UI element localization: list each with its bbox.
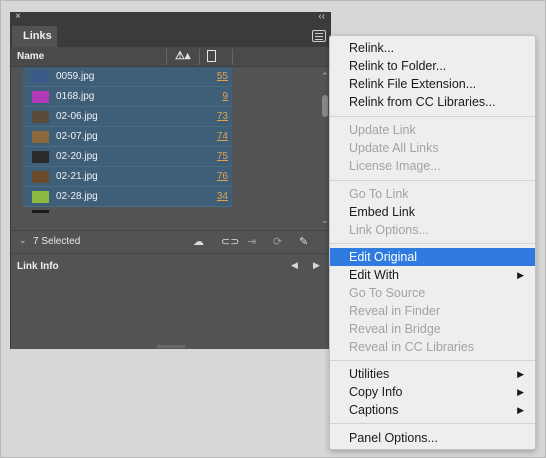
resize-grip[interactable] xyxy=(157,345,185,348)
chevron-down-icon[interactable]: ⌄ xyxy=(19,235,27,246)
page-link[interactable]: 74 xyxy=(217,131,228,142)
selected-count: 7 Selected xyxy=(33,236,81,247)
menu-item-update-link: Update Link xyxy=(349,123,416,137)
go-to-link-icon[interactable]: ⇥ xyxy=(247,235,256,248)
page-link[interactable]: 9 xyxy=(222,91,228,102)
scroll-thumb[interactable] xyxy=(322,95,328,117)
column-name[interactable]: Name xyxy=(17,51,44,62)
list-item[interactable]: 02-06.jpg 73 xyxy=(23,107,232,127)
page-link[interactable]: 75 xyxy=(217,151,228,162)
file-name: 02-06.jpg xyxy=(56,111,98,122)
file-name: 0059.jpg xyxy=(56,71,95,82)
scroll-down-icon[interactable]: ⌄ xyxy=(321,215,329,226)
thumbnail xyxy=(32,151,49,163)
link-info-title: Link Info xyxy=(17,261,59,272)
list-item[interactable]: 0059.jpg 55 xyxy=(23,67,232,87)
submenu-arrow-icon: ▶ xyxy=(517,270,524,280)
menu-item-copy-info[interactable]: Copy Info ▶ xyxy=(330,383,535,401)
menu-item-embed-link[interactable]: Embed Link xyxy=(330,203,535,221)
previous-icon[interactable]: ◀ xyxy=(291,260,298,271)
menu-item-label: Copy Info xyxy=(349,385,403,399)
list-item[interactable]: 02-21.jpg 76 xyxy=(23,167,232,187)
thumbnail xyxy=(32,111,49,123)
file-name: 0168.jpg xyxy=(56,91,95,102)
relink-icon[interactable]: ⊂⊃ xyxy=(221,235,239,248)
close-icon[interactable]: × xyxy=(15,11,21,22)
panel-titlebar: × ‹‹ xyxy=(11,11,330,26)
menu-item-edit-with[interactable]: Edit With ▶ xyxy=(330,266,535,284)
list-item[interactable]: 02-28.jpg 34 xyxy=(23,187,232,207)
thumbnail xyxy=(32,171,49,183)
menu-item-relink-file-extension[interactable]: Relink File Extension... xyxy=(330,75,535,93)
menu-item-relink-to-folder[interactable]: Relink to Folder... xyxy=(330,57,535,75)
menu-item-license-image: License Image... xyxy=(349,159,441,173)
menu-item-relink[interactable]: Relink... xyxy=(330,39,535,57)
menu-item-label: Captions xyxy=(349,403,399,417)
link-info-section: Link Info ◀ ▶ xyxy=(11,253,331,349)
edit-original-icon[interactable]: ✎ xyxy=(299,235,308,248)
menu-item-reveal-in-bridge: Reveal in Bridge xyxy=(349,322,441,336)
file-name: 02-28.jpg xyxy=(56,191,98,202)
page-link[interactable]: 76 xyxy=(217,171,228,182)
thumbnail xyxy=(32,91,49,103)
page-column-icon[interactable] xyxy=(207,50,216,62)
menu-item-relink-from-cc-libraries[interactable]: Relink from CC Libraries... xyxy=(330,93,535,111)
list-item[interactable]: 02-07.jpg 74 xyxy=(23,127,232,147)
file-name: 02-21.jpg xyxy=(56,171,98,182)
context-menu: Relink... Relink to Folder... Relink Fil… xyxy=(329,35,536,450)
menu-item-go-to-link: Go To Link xyxy=(349,187,409,201)
collapse-icon[interactable]: ‹‹ xyxy=(318,11,325,22)
submenu-arrow-icon: ▶ xyxy=(517,369,524,379)
next-icon[interactable]: ▶ xyxy=(313,260,320,271)
list-item[interactable]: 0168.jpg 9 xyxy=(23,87,232,107)
menu-item-label: Utilities xyxy=(349,367,390,381)
status-column-icon[interactable]: ⚠▴ xyxy=(175,49,190,62)
menu-item-captions[interactable]: Captions ▶ xyxy=(330,401,535,419)
submenu-arrow-icon: ▶ xyxy=(517,387,524,397)
menu-item-reveal-in-finder: Reveal in Finder xyxy=(349,304,441,318)
menu-item-update-all-links: Update All Links xyxy=(349,141,439,155)
panel-tabbar: Links xyxy=(11,26,330,47)
page-link[interactable]: 34 xyxy=(217,191,228,202)
list-item[interactable]: 02-20.jpg 75 xyxy=(23,147,232,167)
thumbnail xyxy=(32,71,49,83)
menu-item-panel-options[interactable]: Panel Options... xyxy=(330,429,535,447)
submenu-arrow-icon: ▶ xyxy=(517,405,524,415)
page-link[interactable]: 55 xyxy=(217,71,228,82)
cc-libraries-icon[interactable]: ☁ xyxy=(193,235,204,248)
panel-menu-icon[interactable] xyxy=(312,30,326,42)
menu-divider xyxy=(330,116,535,117)
menu-item-utilities[interactable]: Utilities ▶ xyxy=(330,365,535,383)
list-item-partial[interactable] xyxy=(23,207,232,230)
menu-item-label: Edit With xyxy=(349,268,400,282)
panel-statusbar: ⌄ 7 Selected ☁ ⊂⊃ ⇥ ⟳ ✎ xyxy=(11,230,331,252)
links-panel: × ‹‹ Links Name ⚠▴ 0059.jpg 55 0168.jpg … xyxy=(10,11,331,349)
thumbnail xyxy=(32,131,49,143)
page-link[interactable]: 73 xyxy=(217,111,228,122)
menu-item-reveal-in-cc-libraries: Reveal in CC Libraries xyxy=(349,340,475,354)
menu-divider xyxy=(330,423,535,424)
menu-divider xyxy=(330,243,535,244)
menu-divider xyxy=(330,360,535,361)
menu-divider xyxy=(330,180,535,181)
scroll-up-icon[interactable]: ⌃ xyxy=(321,71,329,82)
menu-item-edit-original[interactable]: Edit Original xyxy=(330,248,535,266)
menu-item-link-options: Link Options... xyxy=(349,223,429,237)
file-name: 02-20.jpg xyxy=(56,151,98,162)
menu-item-label: Edit Original xyxy=(349,250,418,264)
file-name: 02-07.jpg xyxy=(56,131,98,142)
update-link-icon[interactable]: ⟳ xyxy=(273,235,282,248)
tab-links[interactable]: Links xyxy=(12,26,57,47)
menu-item-go-to-source: Go To Source xyxy=(349,286,426,300)
thumbnail xyxy=(32,191,49,203)
links-list: 0059.jpg 55 0168.jpg 9 02-06.jpg 73 02-0… xyxy=(11,67,319,230)
column-header: Name ⚠▴ xyxy=(11,47,330,67)
